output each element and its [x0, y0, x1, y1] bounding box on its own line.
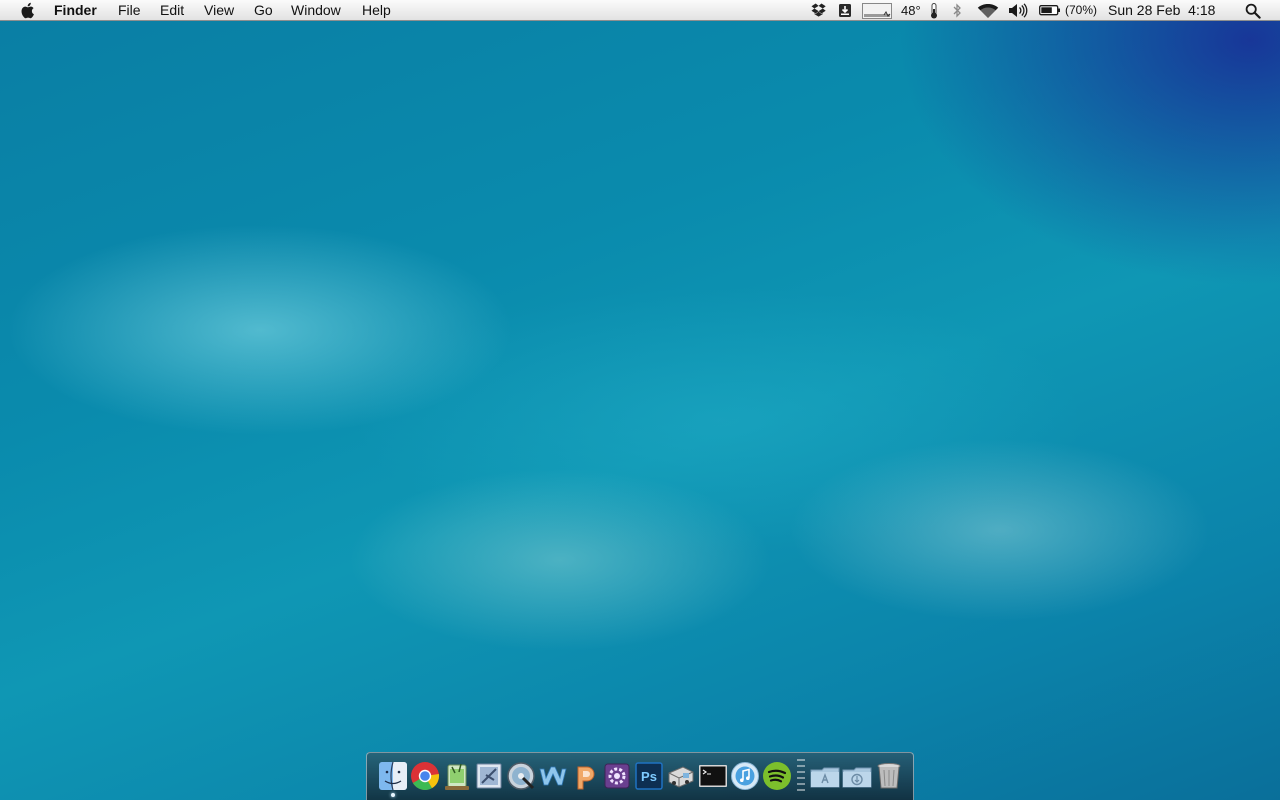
bluetooth-icon [953, 3, 961, 18]
thermometer-status[interactable] [930, 0, 938, 21]
spotlight-icon [1245, 3, 1261, 19]
dock-item-mojito[interactable] [442, 761, 472, 791]
spotify-icon [763, 762, 791, 790]
thermometer-icon [931, 3, 937, 19]
chrome-icon [411, 762, 440, 790]
dock-trash[interactable] [874, 761, 904, 791]
word-icon [539, 766, 567, 786]
menu-help[interactable]: Help [362, 0, 391, 21]
finder-icon [379, 761, 407, 791]
dock-stack-applications[interactable] [810, 761, 840, 791]
menu-go[interactable]: Go [254, 0, 273, 21]
dock-item-gear-app[interactable] [602, 761, 632, 791]
temperature-reading[interactable]: 48° [901, 0, 921, 21]
app-menu-finder[interactable]: Finder [54, 0, 97, 21]
terminal-icon [699, 765, 727, 787]
bluetooth-status[interactable] [952, 0, 962, 21]
dock-item-chrome[interactable] [410, 761, 440, 791]
dock-item-itunes[interactable] [730, 761, 760, 791]
volume-icon [1009, 3, 1028, 18]
dock: Ps [366, 752, 914, 800]
installer-status[interactable] [838, 0, 852, 21]
install-icon [839, 4, 851, 17]
photoshop-icon: Ps [635, 762, 663, 790]
trash-icon [877, 763, 901, 789]
activity-monitor-icon [862, 3, 892, 19]
dock-item-spotify[interactable] [762, 761, 792, 791]
dock-item-dvd[interactable] [506, 761, 536, 791]
volume-status[interactable] [1008, 0, 1028, 21]
itunes-icon [731, 762, 759, 790]
menu-view[interactable]: View [204, 0, 234, 21]
dock-item-delivery[interactable] [666, 761, 696, 791]
dropbox-status[interactable] [811, 0, 827, 21]
downloads-folder-icon [842, 767, 872, 788]
battery-percentage[interactable]: (70%) [1065, 0, 1097, 21]
dock-item-powerpoint[interactable] [570, 761, 600, 791]
wifi-status[interactable] [977, 0, 999, 21]
dropbox-icon [811, 3, 826, 17]
photoshop-icon-label: Ps [641, 769, 657, 784]
apple-menu[interactable] [19, 0, 37, 21]
dock-item-terminal[interactable] [698, 761, 728, 791]
dock-item-finder[interactable] [378, 761, 408, 791]
running-indicator [391, 793, 395, 797]
web-dvd-icon [507, 762, 535, 790]
applications-folder-icon [810, 767, 840, 788]
activity-monitor-status[interactable] [862, 0, 892, 21]
desktop-wallpaper [0, 0, 1280, 800]
apple-logo-icon [21, 2, 34, 19]
menu-edit[interactable]: Edit [160, 0, 184, 21]
dock-item-photoshop[interactable]: Ps [634, 761, 664, 791]
battery-icon [1039, 5, 1060, 16]
menubar-clock[interactable]: Sun 28 Feb 4:18 [1108, 0, 1215, 21]
powerpoint-icon [577, 766, 595, 790]
menu-window[interactable]: Window [291, 0, 341, 21]
dock-stack-downloads[interactable] [842, 761, 872, 791]
battery-status[interactable] [1039, 0, 1061, 21]
mail-app-icon [476, 763, 502, 789]
dock-item-mail[interactable] [474, 761, 504, 791]
dock-item-word[interactable] [538, 761, 568, 791]
delivery-truck-icon [668, 766, 694, 788]
dock-separator [797, 759, 805, 795]
wifi-icon [977, 4, 999, 18]
menu-file[interactable]: File [118, 0, 141, 21]
menu-bar: Finder File Edit View Go Window Help 48° [0, 0, 1280, 21]
spotlight-button[interactable] [1245, 0, 1261, 21]
mojito-app-icon [445, 763, 469, 790]
gear-app-icon [604, 763, 630, 789]
